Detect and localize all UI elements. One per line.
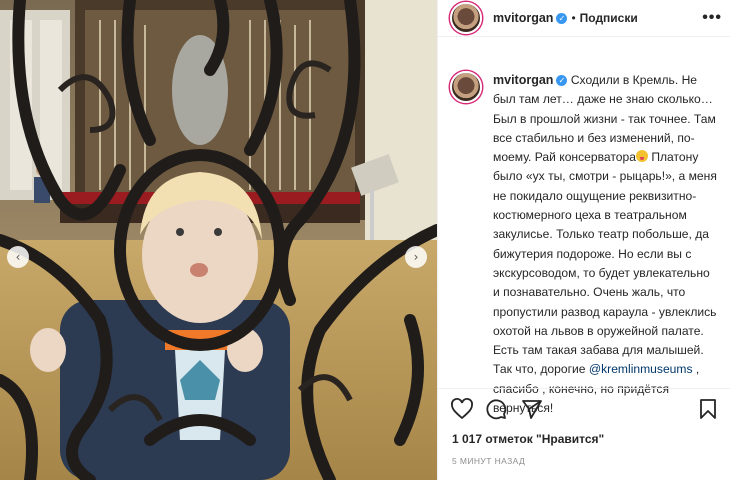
caption-text: mvitorgan ✓ Сходили в Кремль. Не был там … xyxy=(493,71,718,418)
share-icon[interactable] xyxy=(520,397,544,426)
action-bar xyxy=(448,397,720,423)
grinning-tongue-emoji-icon xyxy=(635,150,648,163)
previous-photo-button[interactable]: ‹ xyxy=(7,246,29,268)
likes-count[interactable]: 1 017 отметок "Нравится" xyxy=(452,432,604,446)
chevron-left-icon: ‹ xyxy=(15,250,21,264)
caption-username[interactable]: mvitorgan xyxy=(493,73,553,87)
following-button[interactable]: Подписки xyxy=(580,11,638,25)
header-username[interactable]: mvitorgan xyxy=(493,11,553,25)
photo-illustration xyxy=(0,0,437,480)
instagram-post: ‹ › mvitorgan ✓ • Подписки ••• mvitorgan… xyxy=(0,0,730,480)
chevron-right-icon: › xyxy=(413,250,419,264)
more-options-icon[interactable]: ••• xyxy=(702,9,722,27)
timestamp[interactable]: 5 МИНУТ НАЗАД xyxy=(452,456,525,466)
separator-dot: • xyxy=(571,11,576,25)
post-sidebar: mvitorgan ✓ • Подписки ••• mvitorgan ✓ Сх… xyxy=(437,0,730,480)
verified-badge-icon: ✓ xyxy=(556,12,568,24)
next-photo-button[interactable]: › xyxy=(405,246,427,268)
caption-avatar[interactable] xyxy=(450,71,482,103)
post-header: mvitorgan ✓ • Подписки ••• xyxy=(438,0,730,37)
bookmark-icon[interactable] xyxy=(696,397,720,426)
comment-icon[interactable] xyxy=(484,397,508,426)
caption-block: mvitorgan ✓ Сходили в Кремль. Не был там … xyxy=(438,37,730,418)
post-photo[interactable]: ‹ › xyxy=(0,0,437,480)
divider xyxy=(438,388,730,389)
heart-icon[interactable] xyxy=(450,397,474,426)
mention-link[interactable]: @kremlinmuseums xyxy=(589,362,693,376)
caption-part-2: Платону было «ух ты, смотри - рыцарь!», … xyxy=(493,150,717,377)
caption-verified-badge-icon: ✓ xyxy=(556,75,568,87)
avatar[interactable] xyxy=(450,2,482,34)
